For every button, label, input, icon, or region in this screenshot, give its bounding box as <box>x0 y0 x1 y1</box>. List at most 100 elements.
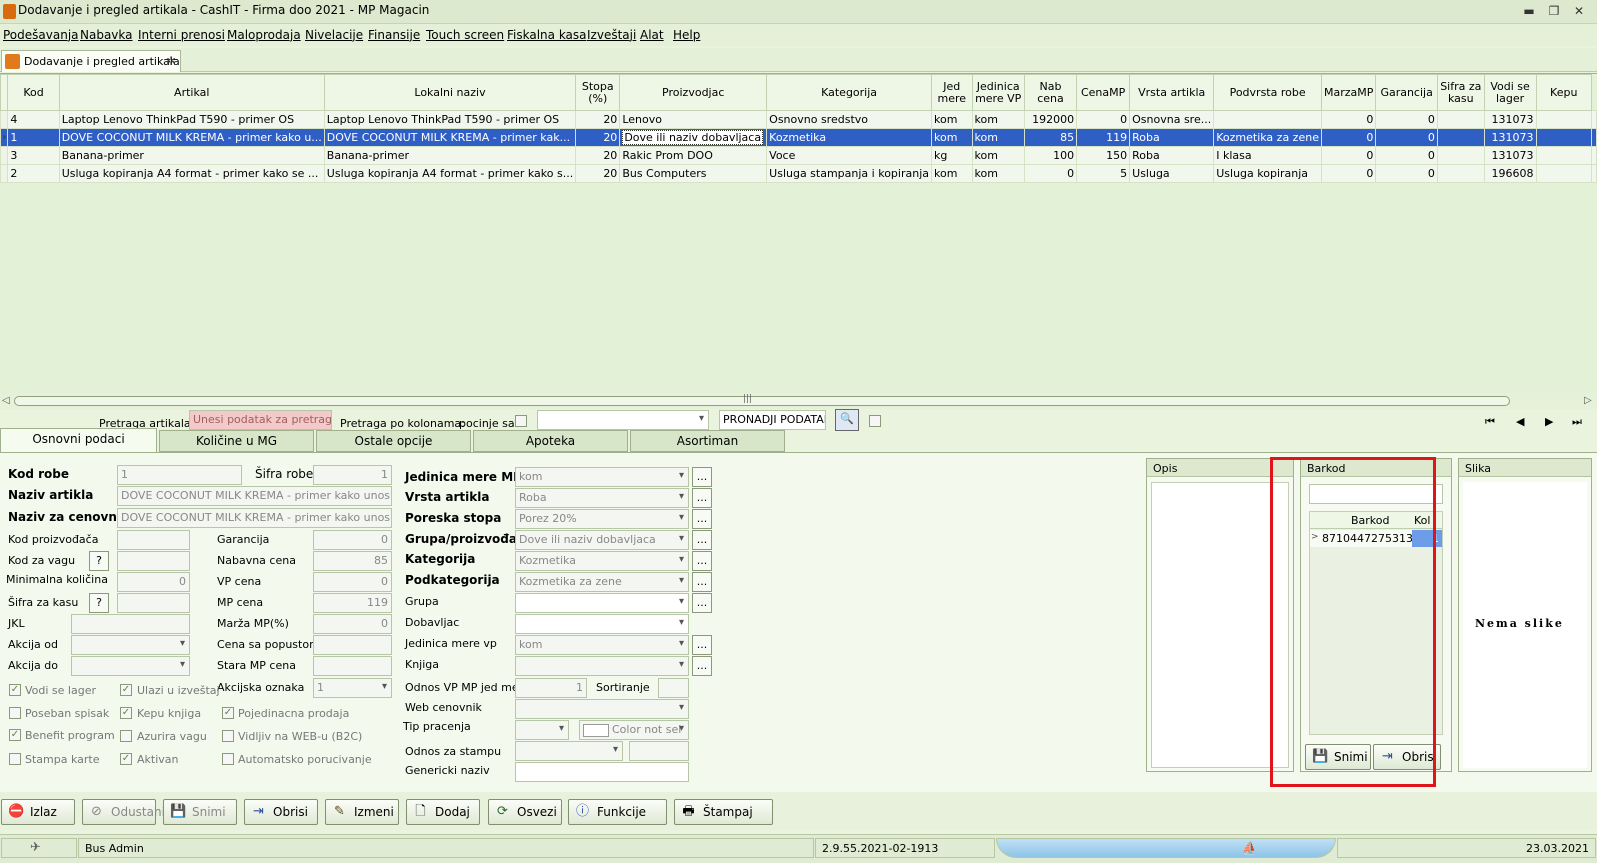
odnos-za-stampu-field[interactable] <box>629 741 689 761</box>
benefit-program-checkbox[interactable]: ✓ <box>9 729 21 741</box>
odustani-button[interactable]: ⊘ Odustani <box>82 799 165 825</box>
column-header[interactable]: MarzaMP <box>1320 74 1377 111</box>
table-cell[interactable]: 20 <box>575 164 621 183</box>
ulazi-u-izvestaj-checkbox[interactable]: ✓ <box>120 684 132 696</box>
image-placeholder[interactable]: Nema slike <box>1463 482 1587 768</box>
table-cell[interactable]: 4 <box>7 110 60 129</box>
table-cell[interactable]: Dove ili naziv dobavljaca <box>619 128 768 147</box>
osvezi-button[interactable]: ⟳ Osvezi <box>488 799 562 825</box>
kod-za-vagu-help-button[interactable]: ? <box>89 551 109 571</box>
column-header[interactable]: Jed mere <box>931 74 973 111</box>
column-header[interactable]: Lokalni naziv <box>323 74 577 111</box>
table-cell[interactable]: 131073 <box>1483 128 1537 147</box>
azurira-vagu-checkbox[interactable] <box>120 730 132 742</box>
menu-item-nivelacije[interactable]: Nivelacije <box>305 28 363 42</box>
starts-with-checkbox[interactable] <box>515 415 527 427</box>
column-header[interactable]: Stopa (%) <box>575 74 621 111</box>
menu-item-alat[interactable]: Alat <box>640 28 664 42</box>
poreska-stopa-more-button[interactable]: ... <box>692 509 712 529</box>
naziv-cenovnik-field[interactable]: DOVE COCONUT MILK KREMA - primer kako un… <box>117 508 392 528</box>
table-cell[interactable]: I klasa <box>1213 146 1322 165</box>
kod-robe-field[interactable]: 1 <box>117 465 242 485</box>
cena-sa-popustom-field[interactable] <box>313 635 392 655</box>
kategorija-select[interactable]: Kozmetika <box>515 551 689 571</box>
podkategorija-more-button[interactable]: ... <box>692 572 712 592</box>
dobavljac-select[interactable] <box>515 614 689 634</box>
table-cell[interactable]: Osnovno sredstvo <box>766 110 933 129</box>
vrsta-artikla-select[interactable]: Roba <box>515 488 689 508</box>
dodaj-button[interactable]: 🗋 Dodaj <box>406 799 480 825</box>
jm-vp-more-button[interactable]: ... <box>692 635 712 655</box>
minimize-icon[interactable]: ▬ <box>1521 4 1537 19</box>
stampaj-button[interactable]: 🖶 Štampaj <box>674 799 773 825</box>
table-cell[interactable]: Kozmetika za zene <box>1213 128 1322 147</box>
table-cell[interactable]: Bus Computers <box>619 164 768 183</box>
knjiga-more-button[interactable]: ... <box>692 656 712 676</box>
table-cell[interactable]: Usluga kopiranja <box>1213 164 1322 183</box>
column-header[interactable]: Artikal <box>58 74 325 111</box>
row-header[interactable] <box>0 164 9 183</box>
column-header[interactable]: Garancija <box>1375 74 1438 111</box>
table-cell[interactable]: Usluga <box>1129 164 1215 183</box>
table-cell[interactable]: Usluga kopiranja A4 format - primer kako… <box>323 164 577 183</box>
column-header[interactable]: Proizvodjac <box>619 74 768 111</box>
editing-cell[interactable]: Dove ili naziv dobavljaca <box>622 130 764 145</box>
table-cell[interactable]: 196608 <box>1483 164 1537 183</box>
table-cell[interactable]: kom <box>931 164 973 183</box>
tab-asortiman[interactable]: Asortiman <box>630 430 785 452</box>
table-cell[interactable]: Rakic Prom DOO <box>619 146 768 165</box>
table-cell[interactable] <box>1436 128 1485 147</box>
table-cell[interactable]: 0 <box>1320 164 1377 183</box>
table-cell[interactable] <box>1436 146 1485 165</box>
nav-first-icon[interactable]: ⏮ <box>1485 415 1495 429</box>
table-cell[interactable]: Lenovo <box>619 110 768 129</box>
scroll-right-icon[interactable]: ▷ <box>1584 395 1592 406</box>
column-header[interactable]: Jedinica mere VP <box>971 74 1025 111</box>
column-header[interactable]: Podvrsta robe <box>1213 74 1322 111</box>
table-cell[interactable]: kom <box>971 146 1025 165</box>
articles-grid[interactable]: Kod Artikal Lokalni naziv Stopa (%) Proi… <box>0 73 1597 396</box>
grupa-select[interactable] <box>515 593 689 613</box>
nav-next-icon[interactable]: ▶ <box>1545 415 1553 428</box>
poreska-stopa-select[interactable]: Porez 20% <box>515 509 689 529</box>
akcijska-oznaka-field[interactable]: 1 <box>313 678 392 698</box>
table-cell[interactable]: 0 <box>1023 164 1078 183</box>
table-cell[interactable]: 1 <box>7 128 60 147</box>
scroll-track[interactable]: ||| <box>14 394 1510 406</box>
table-cell[interactable]: Osnovna sre... <box>1129 110 1215 129</box>
akcija-od-field[interactable] <box>71 635 190 655</box>
table-cell[interactable]: 192000 <box>1023 110 1078 129</box>
column-header[interactable]: Vrsta artikla <box>1129 74 1215 111</box>
stara-mp-cena-field[interactable] <box>313 656 392 676</box>
menu-item-touch-screen[interactable]: Touch screen <box>426 28 504 42</box>
knjiga-select[interactable] <box>515 656 689 676</box>
table-cell[interactable]: 5 <box>1076 164 1131 183</box>
podkategorija-select[interactable]: Kozmetika za zene <box>515 572 689 592</box>
naziv-artikla-field[interactable]: DOVE COCONUT MILK KREMA - primer kako un… <box>117 486 392 506</box>
table-cell[interactable]: kom <box>931 128 973 147</box>
tab-ostale-opcije[interactable]: Ostale opcije <box>316 430 471 452</box>
column-select[interactable] <box>537 410 709 430</box>
table-cell[interactable]: Roba <box>1129 128 1215 147</box>
jm-mp-more-button[interactable]: ... <box>692 467 712 487</box>
tab-kolicine-u-mg[interactable]: Količine u MG <box>159 430 314 452</box>
jm-mp-select[interactable]: kom <box>515 467 689 487</box>
table-cell[interactable]: 0 <box>1375 164 1438 183</box>
table-cell[interactable]: kg <box>931 146 973 165</box>
menu-item-podesavanja[interactable]: Podešavanja <box>3 28 79 42</box>
table-cell[interactable]: DOVE COCONUT MILK KREMA - primer kak... <box>323 128 577 147</box>
menu-item-maloprodaja[interactable]: Maloprodaja <box>227 28 301 42</box>
table-cell[interactable]: 0 <box>1320 110 1377 129</box>
pojedinacna-prodaja-checkbox[interactable]: ✓ <box>222 707 234 719</box>
obrisi-button[interactable]: ⇥ Obrisi <box>244 799 318 825</box>
close-icon[interactable]: ✕ <box>1571 4 1587 19</box>
marza-field[interactable]: 0 <box>313 614 392 634</box>
grupa-more-button[interactable]: ... <box>692 593 712 613</box>
search-option-checkbox[interactable] <box>869 415 881 427</box>
scroll-left-icon[interactable]: ◁ <box>2 395 10 406</box>
table-cell[interactable]: Laptop Lenovo ThinkPad T590 - primer OS <box>323 110 577 129</box>
jm-vp-select[interactable]: kom <box>515 635 689 655</box>
table-cell[interactable] <box>1213 110 1322 129</box>
menu-item-finansije[interactable]: Finansije <box>368 28 420 42</box>
mp-cena-field[interactable]: 119 <box>313 593 392 613</box>
